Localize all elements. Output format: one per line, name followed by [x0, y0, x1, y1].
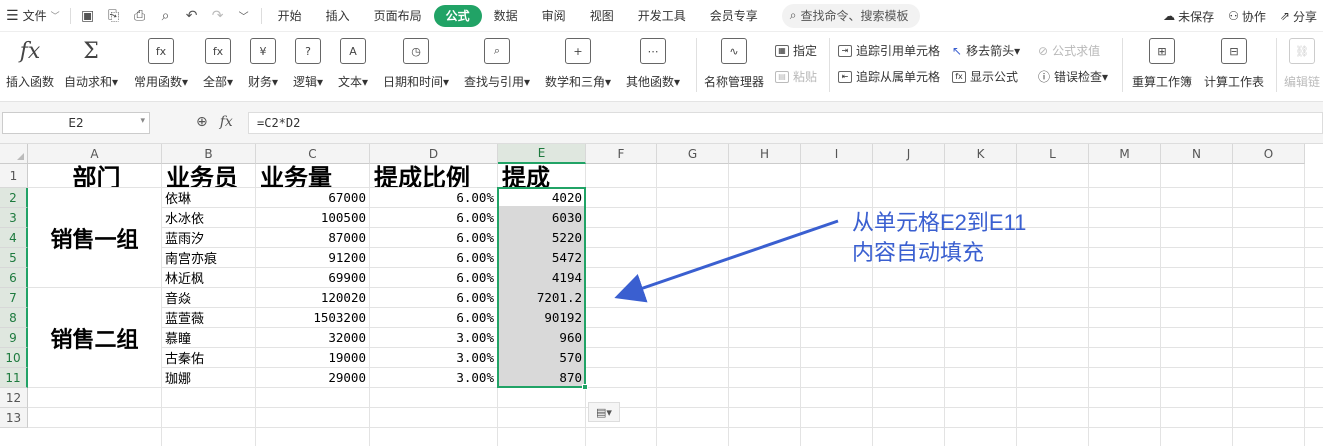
annotation-arrow — [614, 219, 839, 303]
annotation-line-1: 从单元格E2到E11 — [852, 210, 1027, 235]
annotation-text: 从单元格E2到E11 内容自动填充 — [852, 208, 1026, 268]
annotation-line-2: 内容自动填充 — [852, 240, 985, 265]
